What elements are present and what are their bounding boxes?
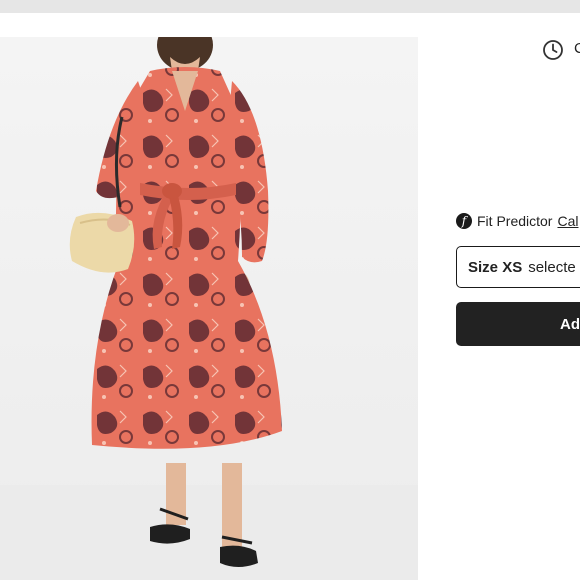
fit-predictor-link[interactable]: Cal — [557, 213, 578, 229]
add-to-bag-button[interactable]: Ad — [456, 302, 580, 346]
size-prefix: Size — [468, 258, 499, 276]
size-status: selecte — [528, 258, 576, 276]
fit-predictor: f Fit Predictor Cal — [456, 211, 578, 231]
fit-predictor-logo-icon: f — [456, 213, 472, 229]
clock-icon — [543, 40, 563, 60]
size-select[interactable]: Size XS selecte — [456, 246, 580, 288]
fit-predictor-label: Fit Predictor — [477, 213, 553, 229]
size-select-value: Size XS — [468, 259, 522, 276]
top-bar — [0, 0, 580, 13]
delivery-text: C — [574, 40, 580, 57]
product-photo — [0, 37, 418, 580]
size-value: XS — [502, 258, 523, 276]
add-button-label: Ad — [560, 315, 580, 333]
product-image[interactable] — [0, 37, 418, 580]
